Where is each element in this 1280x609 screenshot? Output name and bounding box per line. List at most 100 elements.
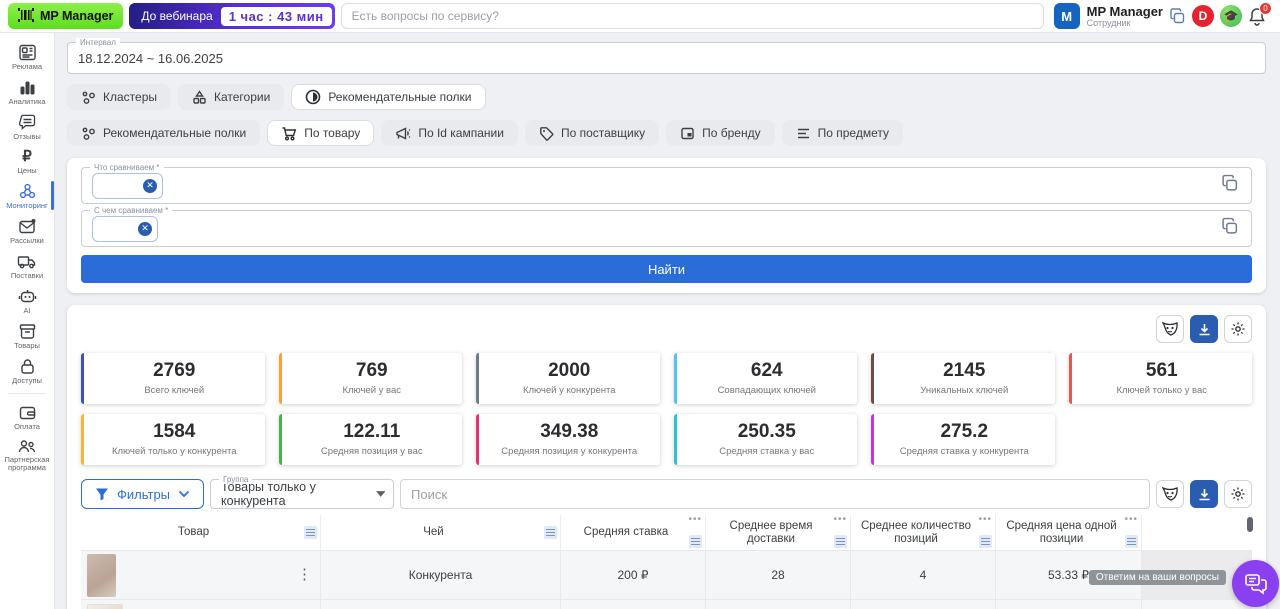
compare-what-label: Что сравниваем * (90, 163, 164, 172)
compare-what-field[interactable]: Что сравниваем * ✕ (81, 167, 1252, 204)
column-menu-icon[interactable] (304, 526, 317, 539)
interval-value[interactable]: 18.12.2024 ~ 16.06.2025 (68, 43, 1265, 73)
product-image[interactable] (87, 604, 123, 609)
group-select[interactable]: Группа Товары только у конкурента (210, 479, 394, 509)
sidebar-item-reklama[interactable]: Реклама (0, 39, 54, 74)
tab-rekomendatelnye-polki[interactable]: Рекомендательные полки (291, 84, 485, 110)
tabs-row-1: Кластеры Категории Рекомендательные полк… (67, 84, 1266, 110)
sidebar-item-otzyvy[interactable]: Отзывы (0, 109, 54, 144)
account-name: MP Manager (1087, 5, 1163, 18)
col-header-avg-positions[interactable]: Среднее количество позиций ••• (851, 515, 996, 550)
kebab-menu-icon[interactable]: ⋮ (297, 569, 312, 581)
copy-icon[interactable] (1169, 8, 1186, 25)
column-menu-icon[interactable] (834, 535, 847, 548)
table-scrollbar[interactable] (1247, 517, 1253, 532)
product-cell[interactable]: ⋮ (81, 550, 321, 599)
column-menu-icon[interactable] (544, 526, 557, 539)
settings-button[interactable] (1224, 315, 1252, 343)
ruble-icon: ₽ (22, 148, 32, 166)
sidebar-item-dostupy[interactable]: Доступы (0, 353, 54, 388)
partners-icon (17, 438, 37, 455)
tab2-rekomendatelnye-polki[interactable]: Рекомендательные полки (67, 120, 260, 146)
tab2-po-brendu[interactable]: По бренду (666, 120, 774, 146)
group-value: Товары только у конкурента (221, 480, 376, 508)
table-search-input[interactable] (400, 479, 1150, 509)
mail-icon (18, 217, 37, 236)
sidebar-item-oplata[interactable]: Оплата (0, 399, 54, 434)
col-header-avg-price[interactable]: Средняя цена одной позиции ••• (996, 515, 1142, 550)
table-row[interactable]: ⋮ Конкурента 270.24 ₽ 25 279 0.97 ₽ (81, 599, 1252, 609)
sidebar-item-partner[interactable]: Партнерская программа (0, 434, 54, 475)
compare-what-chip[interactable]: ✕ (92, 173, 163, 199)
table-row[interactable]: ⋮ Конкурента 200 ₽ 28 4 53.33 ₽ (81, 550, 1252, 599)
tab-kategorii[interactable]: Категории (178, 84, 284, 110)
notifications-button[interactable]: 0 (1248, 7, 1266, 26)
column-more-icon[interactable]: ••• (688, 517, 702, 523)
tab2-po-tovaru[interactable]: По товару (267, 120, 374, 146)
anonymize-button[interactable] (1156, 480, 1184, 508)
tab2-po-predmetu[interactable]: По предмету (782, 120, 903, 146)
anonymize-button[interactable] (1156, 315, 1184, 343)
dzen-icon[interactable]: D (1192, 5, 1214, 27)
webinar-banner[interactable]: До вебинара 1 час : 43 мин (129, 3, 334, 29)
app-logo[interactable]: MP Manager (8, 3, 123, 29)
stat-avg-bid-competitor: 275.2 Средняя ставка у конкурента (871, 414, 1055, 465)
sidebar-item-tseny[interactable]: ₽ Цены (0, 144, 54, 178)
tab2-po-postavshchiku[interactable]: По поставщику (525, 120, 659, 146)
main-content: Интервал 18.12.2024 ~ 16.06.2025 Кластер… (55, 33, 1280, 609)
mask-icon (1162, 322, 1178, 336)
product-cell[interactable]: ⋮ (81, 599, 321, 609)
trailing-cell (1142, 599, 1252, 609)
column-more-icon[interactable]: ••• (978, 517, 992, 523)
col-header-avg-delivery[interactable]: Среднее время доставки ••• (706, 515, 851, 550)
stat-matching-keys: 624 Совпадающих ключей (674, 353, 858, 404)
download-button[interactable] (1190, 315, 1218, 343)
sidebar: Реклама Аналитика Отзывы ₽ Цены Монитори… (0, 33, 55, 609)
top-bar: MP Manager До вебинара 1 час : 43 мин M … (0, 0, 1280, 33)
column-more-icon[interactable]: ••• (1124, 517, 1138, 523)
copy-icon[interactable] (1221, 174, 1239, 197)
brand-image-icon (680, 126, 695, 141)
column-menu-icon[interactable] (1125, 535, 1138, 548)
cluster-icon (81, 90, 96, 105)
sidebar-item-rassylki[interactable]: Рассылки (0, 213, 54, 248)
col-header-chey[interactable]: Чей (321, 515, 561, 550)
col-header-avg-bid[interactable]: Средняя ставка ••• (561, 515, 706, 550)
settings-button[interactable] (1224, 480, 1252, 508)
education-icon[interactable]: 🎓 (1220, 5, 1242, 27)
clear-icon[interactable]: ✕ (143, 179, 157, 193)
help-search-input[interactable] (341, 3, 1044, 29)
compare-with-field[interactable]: С чем сравниваем * ✕ (81, 210, 1252, 247)
sidebar-item-analitika[interactable]: Аналитика (0, 74, 54, 109)
column-more-icon[interactable]: ••• (833, 517, 847, 523)
filters-button[interactable]: Фильтры (81, 479, 204, 509)
account-block[interactable]: M MP Manager Сотрудник (1054, 3, 1163, 29)
find-button[interactable]: Найти (81, 255, 1252, 283)
sidebar-item-monitoring[interactable]: Мониторинг (0, 178, 54, 213)
owner-cell: Конкурента (321, 599, 561, 609)
download-icon (1197, 322, 1212, 337)
tab2-po-id-kampanii[interactable]: По Id кампании (381, 120, 518, 146)
stat-your-keys: 769 Ключей у вас (279, 353, 463, 404)
interval-label: Интервал (76, 38, 120, 47)
stat-only-competitor-keys: 1584 Ключей только у конкурента (81, 414, 265, 465)
chat-button[interactable] (1232, 560, 1279, 607)
compare-with-chip[interactable]: ✕ (92, 216, 158, 242)
wallet-icon (18, 403, 37, 422)
download-button[interactable] (1190, 480, 1218, 508)
webinar-label: До вебинара (141, 9, 212, 23)
column-menu-icon[interactable] (689, 535, 702, 548)
sidebar-item-ai[interactable]: AI (0, 283, 54, 318)
column-menu-icon[interactable] (979, 535, 992, 548)
avatar[interactable]: M (1054, 3, 1080, 29)
monitoring-nodes-icon (18, 182, 37, 201)
avg-price-cell: 0.97 ₽ (996, 599, 1142, 609)
clear-icon[interactable]: ✕ (138, 222, 152, 236)
col-header-tovar[interactable]: Товар (81, 515, 321, 550)
product-image[interactable] (87, 554, 116, 597)
tab-klastery[interactable]: Кластеры (67, 84, 171, 110)
sidebar-item-tovary[interactable]: Товары (0, 318, 54, 353)
copy-icon[interactable] (1221, 217, 1239, 240)
sidebar-item-postavki[interactable]: Поставки (0, 248, 54, 283)
interval-field[interactable]: Интервал 18.12.2024 ~ 16.06.2025 (67, 42, 1266, 74)
